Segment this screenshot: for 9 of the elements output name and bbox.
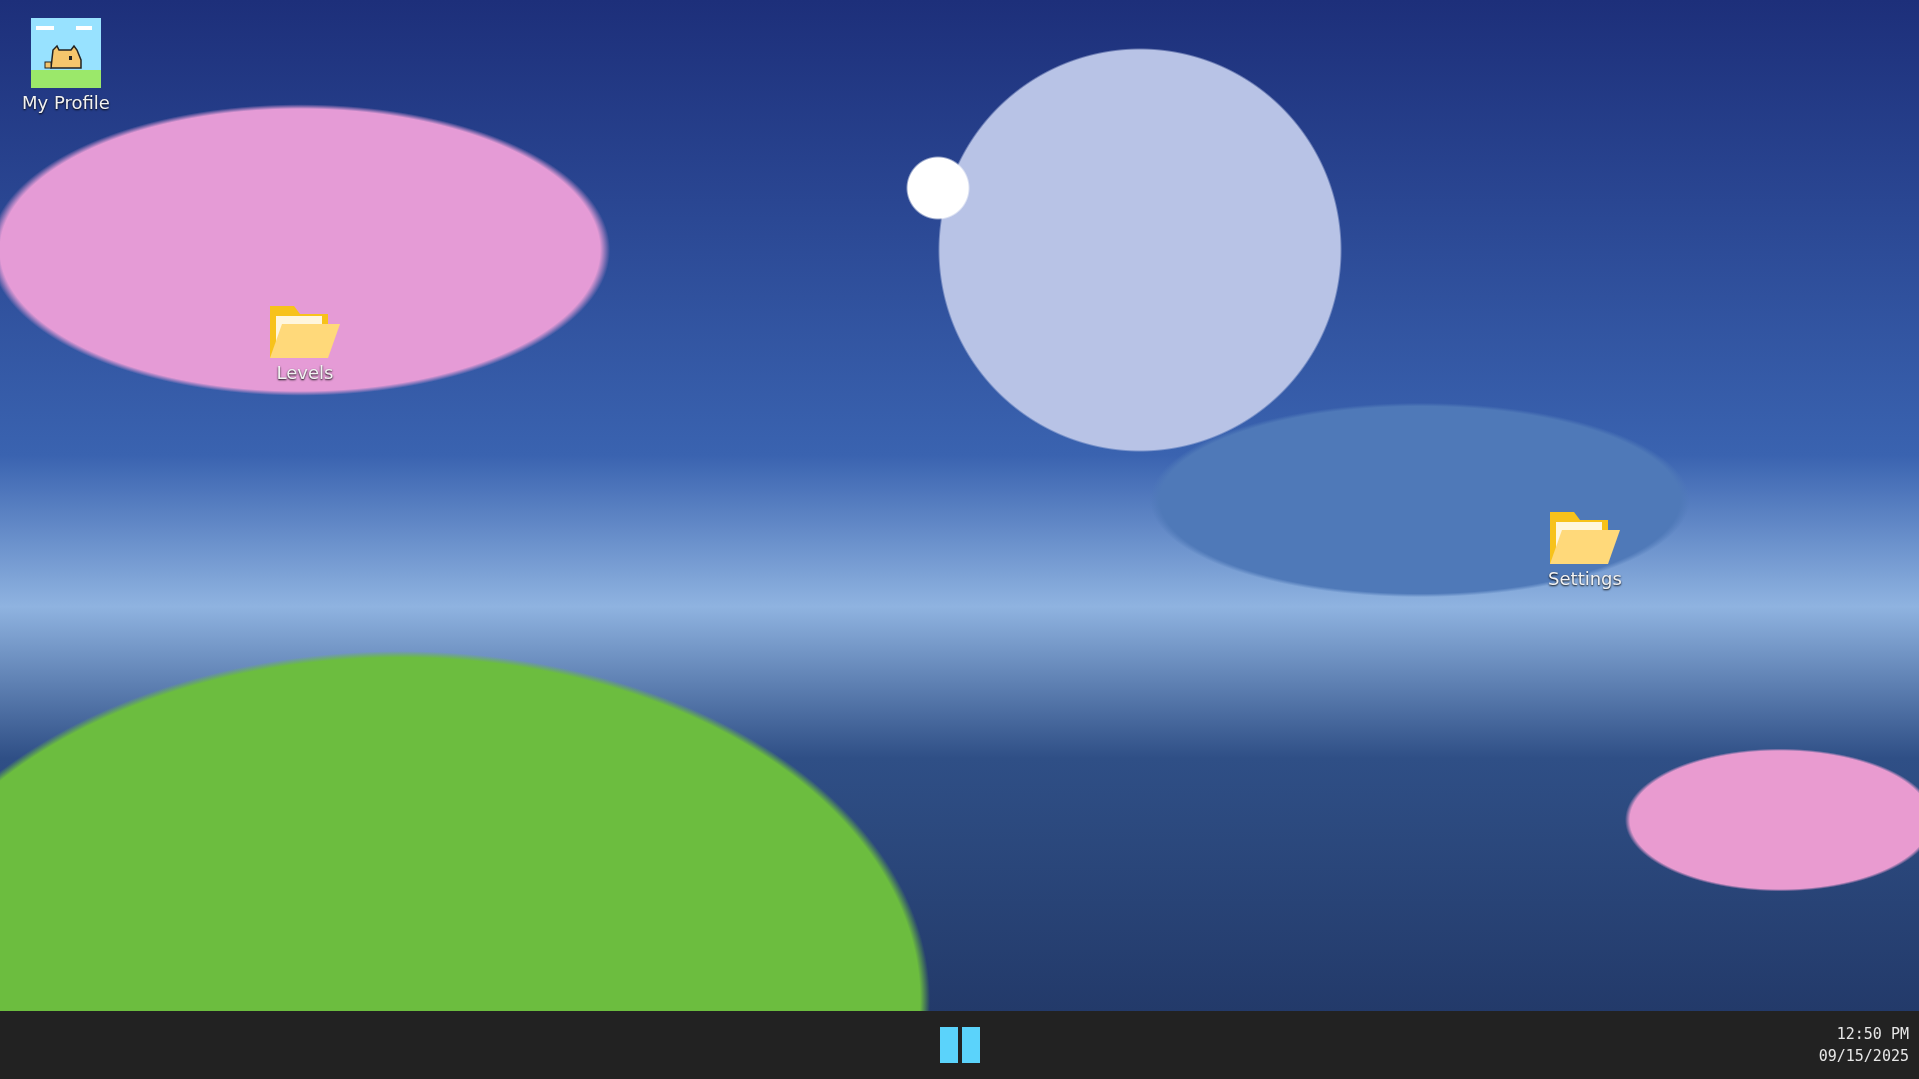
clock-date: 09/15/2025 <box>1818 1046 1909 1067</box>
desktop-icon[interactable]: Settings <box>1539 508 1631 589</box>
desktop-icon[interactable]: Levels <box>259 302 351 383</box>
icon-label: Levels <box>276 362 334 383</box>
icon-label: My Profile <box>22 92 110 113</box>
cat-picture-icon <box>31 18 101 88</box>
clock-time: 12:50 PM <box>1836 1024 1909 1045</box>
icon-label: Settings <box>1548 568 1622 589</box>
desktop-icon[interactable]: My Profile <box>20 18 112 113</box>
